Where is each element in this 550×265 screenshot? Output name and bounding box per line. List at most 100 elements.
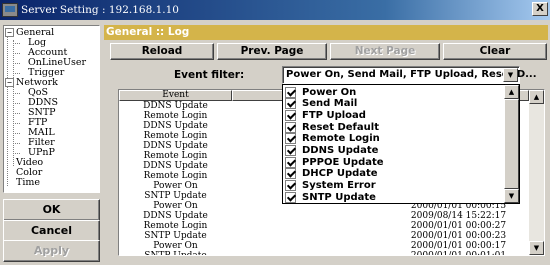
scroll-down-icon[interactable]: ▼ (504, 189, 519, 203)
table-row[interactable]: SNTP Update 2000/01/01 00:01:01 (119, 251, 529, 256)
filter-option-label: FTP Upload (302, 109, 366, 121)
collapse-icon[interactable]: − (5, 28, 14, 37)
filter-option-label: Reset Default (302, 121, 379, 133)
cancel-button[interactable]: Cancel (3, 220, 100, 242)
checkbox-icon[interactable] (285, 145, 296, 156)
filter-option-label: Send Mail (302, 98, 358, 110)
table-cell (232, 221, 388, 231)
checkbox-icon[interactable] (285, 98, 296, 110)
table-cell: 2000/01/01 00:00:23 (410, 231, 507, 241)
tree-connector (13, 63, 20, 64)
table-cell: SNTP Update (144, 191, 207, 201)
checkbox-icon[interactable] (285, 191, 296, 203)
table-cell: DDNS Update (143, 211, 208, 221)
column-header-event[interactable]: Event (119, 90, 232, 101)
next-page-button[interactable]: Next Page (330, 43, 440, 60)
event-filter-dropdown: ▲ ▼ Power On Send Mail FTP Upload Reset Def… (282, 84, 520, 204)
table-cell: 2000/01/01 00:01:01 (410, 251, 507, 256)
table-row[interactable]: Power On 2000/01/01 00:00:17 (119, 241, 529, 251)
table-cell: DDNS Update (143, 121, 208, 131)
close-button[interactable]: X (532, 2, 548, 16)
scroll-up-icon[interactable]: ▲ (529, 90, 544, 104)
filter-option-label: DHCP Update (302, 168, 378, 180)
table-scrollbar[interactable]: ▲ ▼ (529, 90, 544, 255)
checkbox-icon[interactable] (285, 109, 296, 121)
scroll-down-icon[interactable]: ▼ (529, 241, 544, 255)
filter-option[interactable]: PPPOE Update (285, 156, 384, 168)
filter-option-label: Remote Login (302, 133, 380, 145)
filter-option[interactable]: System Error (285, 180, 376, 192)
checkbox-icon[interactable] (285, 168, 296, 180)
page-title: General :: Log (104, 25, 548, 40)
tree-connector (13, 143, 20, 144)
table-cell (232, 211, 388, 221)
table-cell: DDNS Update (143, 161, 208, 171)
clear-button[interactable]: Clear (443, 43, 547, 60)
table-cell: Remote Login (143, 221, 208, 231)
tree-item-time[interactable]: Time (5, 178, 40, 188)
table-row[interactable]: DDNS Update 2009/08/14 15:22:17 (119, 211, 529, 221)
table-cell: SNTP Update (144, 251, 207, 256)
table-row[interactable]: Remote Login 2000/01/01 00:00:27 (119, 221, 529, 231)
tree-connector (13, 93, 20, 94)
reload-button[interactable]: Reload (110, 43, 214, 60)
tree-connector (13, 40, 14, 80)
event-filter-label: Event filter: (174, 69, 245, 81)
filter-option[interactable]: Power On (285, 86, 356, 98)
scroll-up-icon[interactable]: ▲ (504, 85, 519, 99)
event-filter-select[interactable]: Power On, Send Mail, FTP Upload, Reset D… (282, 66, 537, 84)
scroll-thumb[interactable] (504, 99, 519, 189)
table-cell: DDNS Update (143, 141, 208, 151)
table-cell (232, 241, 388, 251)
filter-option[interactable]: FTP Upload (285, 109, 366, 121)
filter-option[interactable]: Send Mail (285, 98, 357, 110)
tree-connector (13, 153, 20, 154)
tree-connector (13, 133, 20, 134)
table-cell (232, 231, 388, 241)
filter-option[interactable]: Reset Default (285, 121, 379, 133)
tree-connector (13, 123, 20, 124)
collapse-icon[interactable]: − (5, 78, 14, 87)
table-cell: SNTP Update (144, 231, 207, 241)
filter-option-label: System Error (302, 180, 376, 192)
tree-connector (13, 113, 20, 114)
table-cell: Power On (153, 201, 198, 211)
tree-connector (13, 103, 20, 104)
checkbox-icon[interactable] (285, 133, 296, 145)
app-icon (2, 3, 18, 17)
tree-connector (13, 43, 20, 44)
prev-page-button[interactable]: Prev. Page (217, 43, 327, 60)
table-cell: Power On (153, 241, 198, 251)
table-cell: Power On (153, 181, 198, 191)
table-cell: DDNS Update (143, 101, 208, 111)
table-cell: 2009/08/14 15:22:17 (410, 211, 507, 221)
filter-option-label: DDNS Update (302, 145, 379, 156)
filter-option-label: SNTP Update (302, 191, 376, 203)
checkbox-icon[interactable] (285, 86, 296, 98)
checkbox-icon[interactable] (285, 180, 296, 192)
tree-connector (13, 86, 14, 166)
event-filter-value: Power On, Send Mail, FTP Upload, Reset D… (286, 69, 537, 80)
checkbox-icon[interactable] (285, 156, 296, 168)
filter-option[interactable]: SNTP Update (285, 191, 376, 203)
dropdown-scrollbar[interactable]: ▲ ▼ (504, 85, 519, 203)
apply-button[interactable]: Apply (3, 240, 100, 262)
filter-option[interactable]: DHCP Update (285, 168, 378, 180)
tree-connector (13, 53, 20, 54)
table-row[interactable]: SNTP Update 2000/01/01 00:00:23 (119, 231, 529, 241)
filter-option[interactable]: Remote Login (285, 133, 380, 145)
table-cell: Remote Login (143, 151, 208, 161)
tree-item-label: Time (16, 177, 41, 188)
checkbox-icon[interactable] (285, 121, 296, 133)
filter-option-label: Power On (302, 86, 357, 98)
filter-option[interactable]: DDNS Update (285, 145, 378, 157)
table-cell: 2000/01/01 00:00:17 (410, 241, 507, 251)
window-title: Server Setting : 192.168.1.10 (21, 4, 179, 16)
title-bar: Server Setting : 192.168.1.10 X (0, 0, 550, 20)
table-cell: Remote Login (143, 131, 208, 141)
ok-button[interactable]: OK (3, 199, 100, 221)
settings-tree: − General Log Account OnLineUser Trigger − Netw… (3, 25, 100, 193)
tree-connector (13, 73, 20, 74)
table-cell (232, 251, 388, 255)
chevron-down-icon[interactable]: ▼ (503, 68, 518, 82)
